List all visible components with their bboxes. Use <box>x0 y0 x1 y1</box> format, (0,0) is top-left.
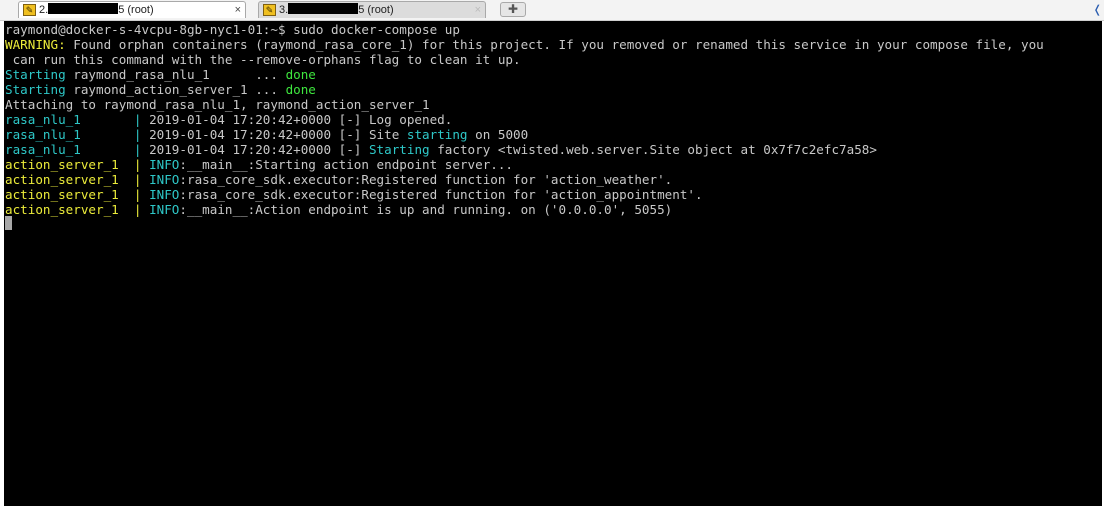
log-message: 2019-01-04 17:20:42+0000 [-] Log opened. <box>149 112 453 127</box>
log-line: action_server_1 | INFO:rasa_core_sdk.exe… <box>5 187 703 202</box>
tab-label: 3. 5 (root) <box>279 2 394 18</box>
tab-label: 2. 5 (root) <box>39 2 154 18</box>
session-icon: ✎ <box>23 4 36 16</box>
close-icon[interactable]: × <box>235 2 241 18</box>
redacted-host <box>48 3 119 14</box>
close-icon[interactable]: × <box>475 2 481 18</box>
log-keyword: starting <box>406 127 468 142</box>
log-source: action_server_1 | <box>5 187 150 202</box>
log-message: :__main__:Action endpoint is up and runn… <box>179 202 673 217</box>
log-source: action_server_1 | <box>5 157 150 172</box>
log-message-end: on 5000 <box>467 127 529 142</box>
prompt-line: raymond@docker-s-4vcpu-8gb-nyc1-01:~$ su… <box>5 22 460 37</box>
log-line: rasa_nlu_1 | 2019-01-04 17:20:42+0000 [-… <box>5 127 528 142</box>
tab-suffix: 5 (root) <box>118 4 154 16</box>
warning-line: WARNING: Found orphan containers (raymon… <box>5 37 1044 52</box>
attaching-line: Attaching to raymond_rasa_nlu_1, raymond… <box>5 97 430 112</box>
log-line: rasa_nlu_1 | 2019-01-04 17:20:42+0000 [-… <box>5 112 452 127</box>
session-icon: ✎ <box>263 4 276 16</box>
log-level: INFO <box>149 172 180 187</box>
starting-label: Starting <box>5 82 66 97</box>
terminal-cursor <box>5 216 12 230</box>
log-source: rasa_nlu_1 | <box>5 127 150 142</box>
log-message-end: factory <twisted.web.server.Site object … <box>429 142 877 157</box>
log-message: 2019-01-04 17:20:42+0000 [-] <box>149 142 369 157</box>
new-tab-button[interactable]: ✚ <box>500 2 526 17</box>
tab-scroll-icon[interactable]: ❬ <box>1093 3 1102 16</box>
log-message: :rasa_core_sdk.executor:Registered funct… <box>179 187 703 202</box>
tab-session-3[interactable]: ✎ 3. 5 (root) × <box>258 1 486 18</box>
log-message: :rasa_core_sdk.executor:Registered funct… <box>179 172 673 187</box>
warning-text: Found orphan containers (raymond_rasa_co… <box>65 37 1044 52</box>
tab-bar: ✎ 2. 5 (root) × ✎ 3. 5 (root) × ✚ ❬ <box>0 0 1104 21</box>
log-line: action_server_1 | INFO:__main__:Action e… <box>5 202 672 217</box>
warning-line-continued: can run this command with the --remove-o… <box>5 52 521 67</box>
done-status: done <box>285 82 316 97</box>
tab-suffix: 5 (root) <box>358 4 394 16</box>
starting-label: Starting <box>5 67 66 82</box>
log-keyword: Starting <box>368 142 430 157</box>
tab-number: 3. <box>279 4 289 16</box>
log-line: action_server_1 | INFO:__main__:Starting… <box>5 157 513 172</box>
log-level: INFO <box>149 187 180 202</box>
terminal-output[interactable]: raymond@docker-s-4vcpu-8gb-nyc1-01:~$ su… <box>4 21 1102 506</box>
container-name: raymond_action_server_1 ... <box>65 82 286 97</box>
plus-icon: ✚ <box>507 2 519 16</box>
log-message: 2019-01-04 17:20:42+0000 [-] Site <box>149 127 407 142</box>
tab-number: 2. <box>39 4 49 16</box>
warning-label: WARNING: <box>5 37 66 52</box>
log-line: rasa_nlu_1 | 2019-01-04 17:20:42+0000 [-… <box>5 142 877 157</box>
starting-line: Starting raymond_action_server_1 ... don… <box>5 82 316 97</box>
tab-session-2[interactable]: ✎ 2. 5 (root) × <box>18 1 246 18</box>
log-level: INFO <box>149 157 180 172</box>
container-name: raymond_rasa_nlu_1 ... <box>65 67 286 82</box>
done-status: done <box>285 67 316 82</box>
log-source: rasa_nlu_1 | <box>5 112 150 127</box>
redacted-host <box>288 3 359 14</box>
log-message: :__main__:Starting action endpoint serve… <box>179 157 514 172</box>
log-level: INFO <box>149 202 180 217</box>
log-source: rasa_nlu_1 | <box>5 142 150 157</box>
log-source: action_server_1 | <box>5 202 150 217</box>
log-line: action_server_1 | INFO:rasa_core_sdk.exe… <box>5 172 672 187</box>
starting-line: Starting raymond_rasa_nlu_1 ... done <box>5 67 316 82</box>
log-source: action_server_1 | <box>5 172 150 187</box>
